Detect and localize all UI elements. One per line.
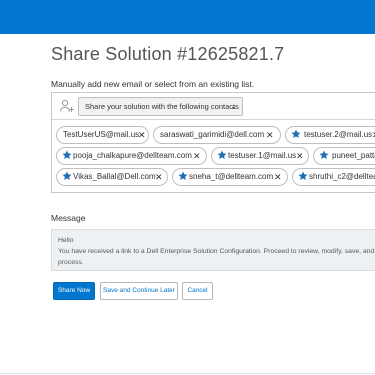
message-line: You have received a link to a Dell Enter…	[58, 248, 375, 255]
contact-chip-label: Vikas_Ballal@Dell.com	[73, 172, 156, 181]
contacts-panel: Share your solution with the following c…	[51, 92, 375, 193]
chevron-down-icon: ⌄	[230, 102, 237, 111]
top-banner	[0, 0, 375, 34]
remove-contact-icon[interactable]: ✕	[138, 127, 146, 143]
contact-chip[interactable]: testuser.2@mail.us ✕	[285, 126, 375, 144]
star-icon	[62, 171, 72, 180]
contact-chip[interactable]: TestUserUS@mail.us ✕	[56, 126, 149, 144]
message-textarea[interactable]: Hello You have received a link to a Dell…	[51, 229, 375, 271]
contact-chip-label: puneet_patta	[332, 151, 375, 160]
contact-chip[interactable]: sneha_t@dellteam.com ✕	[172, 168, 288, 186]
cancel-button[interactable]: Cancel	[182, 282, 213, 300]
contacts-select[interactable]: Share your solution with the following c…	[78, 97, 243, 116]
contact-chip-label: shruthi_c2@dellteam	[309, 172, 375, 181]
star-icon	[298, 171, 308, 180]
contact-chip-label: TestUserUS@mail.us	[63, 130, 140, 139]
remove-contact-icon[interactable]: ✕	[266, 127, 274, 143]
remove-contact-icon[interactable]: ✕	[274, 169, 282, 185]
contacts-select-label: Share your solution with the following c…	[85, 102, 239, 111]
divider	[0, 373, 375, 374]
star-icon	[62, 150, 72, 159]
contact-chip[interactable]: puneet_patta	[313, 147, 375, 165]
star-icon	[178, 171, 188, 180]
contacts-panel-header: Share your solution with the following c…	[52, 93, 375, 120]
share-now-button[interactable]: Share Now	[53, 282, 95, 300]
instructions-text: Manually add new email or select from an…	[51, 79, 255, 89]
contact-chip[interactable]: saraswati_garimidi@dell.com ✕	[153, 126, 281, 144]
contact-chip[interactable]: Vikas_Ballal@Dell.com ✕	[56, 168, 168, 186]
contact-chip-label: pooja_chalkapure@dellteam.com	[73, 151, 192, 160]
page-title: Share Solution #12625821.7	[51, 44, 285, 64]
contact-chip[interactable]: testuser.1@mail.us ✕	[211, 147, 309, 165]
contact-chip-label: sneha_t@dellteam.com	[189, 172, 274, 181]
remove-contact-icon[interactable]: ✕	[193, 148, 201, 164]
remove-contact-icon[interactable]: ✕	[155, 169, 163, 185]
contacts-icon[interactable]	[59, 98, 75, 114]
star-icon	[217, 150, 227, 159]
save-continue-later-button[interactable]: Save and Continue Later	[100, 282, 178, 300]
contact-chip[interactable]: pooja_chalkapure@dellteam.com ✕	[56, 147, 207, 165]
remove-contact-icon[interactable]: ✕	[296, 148, 304, 164]
contact-chip-label: saraswati_garimidi@dell.com	[160, 130, 265, 139]
message-label: Message	[51, 213, 86, 223]
star-icon	[319, 150, 329, 159]
star-icon	[291, 129, 301, 138]
contact-chip-label: testuser.1@mail.us	[228, 151, 297, 160]
message-line: process.	[58, 259, 84, 266]
contact-chip-label: testuser.2@mail.us	[304, 130, 373, 139]
contact-chip[interactable]: shruthi_c2@dellteam	[292, 168, 375, 186]
message-line: Hello	[58, 237, 74, 244]
